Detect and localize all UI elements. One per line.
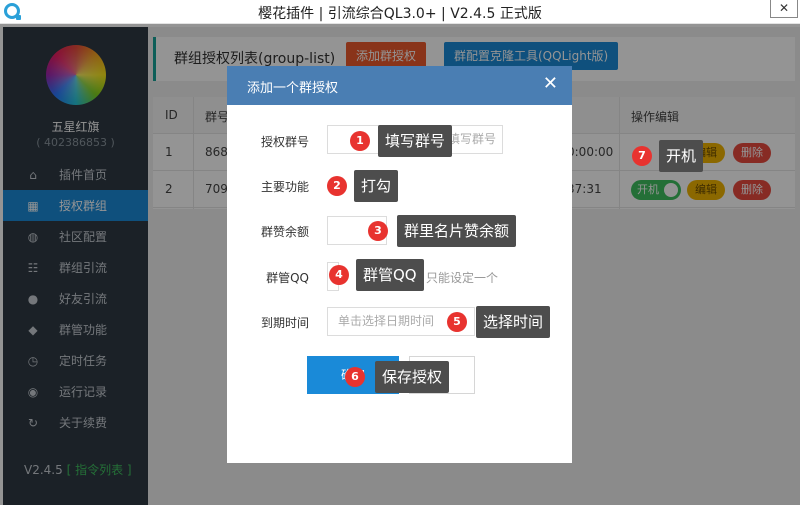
expire-time-label: 到期时间 <box>260 316 309 330</box>
annotation-badge: 7 <box>632 146 652 166</box>
window-close-button[interactable]: ✕ <box>770 0 798 18</box>
admin-qq-label: 群管QQ <box>266 271 309 285</box>
annotation-callout: 打勾 <box>354 170 399 202</box>
annotation-callout: 保存授权 <box>375 361 450 393</box>
close-icon[interactable]: ✕ <box>543 74 558 94</box>
window-title: 樱花插件 | 引流综合QL3.0+ | V2.4.5 正式版 <box>258 6 542 22</box>
annotation-callout: 填写群号 <box>378 125 453 157</box>
annotation-badge: 3 <box>368 221 388 241</box>
annotation-badge: 1 <box>350 131 370 151</box>
annotation-callout: 选择时间 <box>476 306 551 338</box>
main-feature-label: 主要功能 <box>260 180 309 194</box>
annotation-badge: 5 <box>447 312 467 332</box>
dialog-title: 添加一个群授权 <box>247 81 339 96</box>
annotation-badge: 6 <box>345 367 365 387</box>
like-balance-label: 群赞余额 <box>260 225 309 239</box>
group-number-label: 授权群号 <box>260 135 309 149</box>
title-bar: 樱花插件 | 引流综合QL3.0+ | V2.4.5 正式版 ✕ <box>0 0 800 24</box>
annotation-badge: 2 <box>327 176 347 196</box>
annotation-callout: 群管QQ <box>356 259 424 291</box>
dialog-header: 添加一个群授权 ✕ <box>227 66 572 105</box>
admin-qq-hint: 只能设定一个 <box>426 271 499 285</box>
annotation-callout: 开机 <box>659 140 704 172</box>
annotation-badge: 4 <box>329 265 349 285</box>
annotation-callout: 群里名片赞余额 <box>397 215 517 247</box>
